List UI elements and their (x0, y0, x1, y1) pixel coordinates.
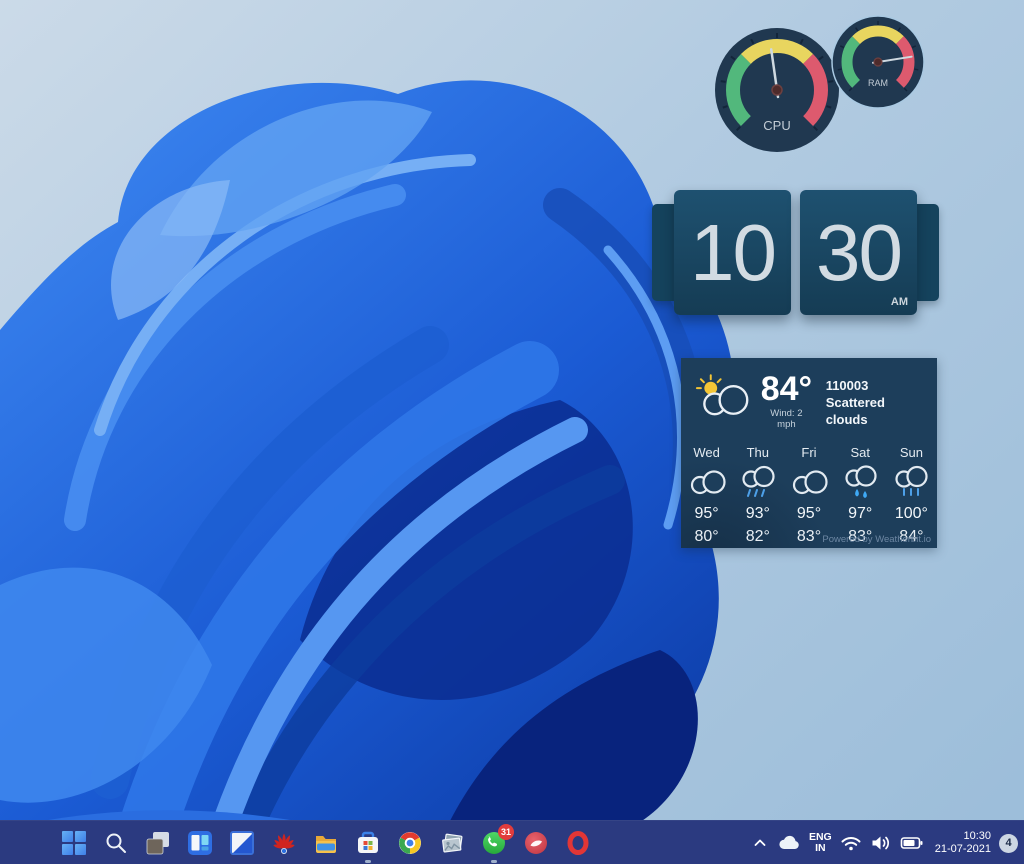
cloud-rain-icon (889, 463, 933, 499)
clock-hour-card: 10 (674, 190, 791, 315)
cpu-gauge-hub (772, 85, 782, 95)
ram-gauge-label: RAM (868, 78, 888, 88)
ram-gauge[interactable]: RAM (832, 16, 924, 108)
running-indicator (491, 860, 497, 863)
volume-icon[interactable] (870, 833, 892, 853)
cpu-gauge[interactable]: CPU (715, 28, 839, 152)
photos-button[interactable] (431, 821, 473, 864)
running-indicator (365, 860, 371, 863)
clock-side-flap-right (915, 204, 939, 301)
diagonal-split-app-icon (229, 830, 255, 856)
clouds-icon (787, 463, 831, 499)
opera-button[interactable] (557, 821, 599, 864)
onedrive-icon[interactable] (777, 834, 801, 852)
tray-date: 21-07-2021 (935, 843, 991, 856)
sun-behind-clouds-icon (693, 371, 756, 421)
widgets-button[interactable] (179, 821, 221, 864)
taskbar: 31 (0, 820, 1024, 864)
battery-icon[interactable] (900, 833, 924, 853)
photos-icon (439, 830, 465, 856)
flip-clock-widget[interactable]: 10 30 AM (652, 190, 939, 315)
whatsapp-unread-badge: 31 (498, 824, 514, 840)
weather-widget[interactable]: 84° Wind: 2 mph 110003 Scattered clouds … (681, 358, 937, 548)
forecast-day-thu: Thu 93° 82° (732, 445, 783, 546)
system-gauges-widget[interactable]: CPU RA (700, 6, 946, 170)
opera-icon (565, 830, 591, 856)
language-indicator[interactable]: ENG IN (809, 832, 832, 854)
huawei-logo-icon (271, 830, 297, 856)
microsoft-store-icon (355, 830, 381, 856)
location-code: 110003 (826, 377, 929, 394)
clock-hour: 10 (690, 207, 775, 299)
clock-side-flap-left (652, 204, 676, 301)
clock-minute-card: 30 AM (800, 190, 917, 315)
system-tray: ENG IN 10:30 21-07-2021 4 (751, 821, 1018, 864)
notification-count-badge[interactable]: 4 (999, 834, 1018, 853)
current-temp: 84° (760, 371, 813, 407)
cloud-rain-icon (736, 463, 780, 499)
clouds-icon (685, 463, 729, 499)
search-icon (104, 831, 128, 855)
microsoft-store-button[interactable] (347, 821, 389, 864)
windows-logo-icon (61, 830, 87, 856)
clock-minute: 30 (816, 207, 901, 299)
tray-chevron-up-icon[interactable] (751, 834, 769, 852)
ram-gauge-hub (874, 58, 882, 66)
forecast-day-sat: Sat 97° 83° (835, 445, 886, 546)
red-media-app-button[interactable] (515, 821, 557, 864)
current-wind: Wind: 2 mph (760, 408, 813, 430)
taskbar-icons: 31 (53, 821, 599, 864)
clock-meridiem: AM (891, 296, 908, 308)
cloud-raindrops-icon (838, 463, 882, 499)
red-media-app-icon (523, 830, 549, 856)
chrome-button[interactable] (389, 821, 431, 864)
wifi-icon[interactable] (840, 833, 862, 853)
file-explorer-button[interactable] (305, 821, 347, 864)
huawei-app-button[interactable] (263, 821, 305, 864)
task-view-button[interactable] (137, 821, 179, 864)
start-button[interactable] (53, 821, 95, 864)
clock-date-area[interactable]: 10:30 21-07-2021 (935, 830, 991, 856)
forecast-day-wed: Wed 95° 80° (681, 445, 732, 546)
file-explorer-icon (313, 830, 339, 856)
weather-current: 84° Wind: 2 mph 110003 Scattered clouds (681, 358, 937, 430)
forecast-day-fri: Fri 95° 83° (783, 445, 834, 546)
weather-credit: Powered by Weatherbit.io (822, 534, 931, 545)
whatsapp-button[interactable]: 31 (473, 821, 515, 864)
cpu-gauge-label: CPU (763, 118, 790, 133)
forecast-day-sun: Sun 100° 84° (886, 445, 937, 546)
widgets-icon (187, 830, 213, 856)
task-view-icon (145, 830, 171, 856)
forecast-row: Wed 95° 80° Thu 93° 82° (681, 445, 937, 546)
current-condition: Scattered clouds (826, 394, 929, 428)
search-button[interactable] (95, 821, 137, 864)
diagonal-split-app-button[interactable] (221, 821, 263, 864)
desktop: CPU RA (0, 0, 1024, 864)
chrome-icon (397, 830, 423, 856)
tray-time: 10:30 (935, 830, 991, 843)
